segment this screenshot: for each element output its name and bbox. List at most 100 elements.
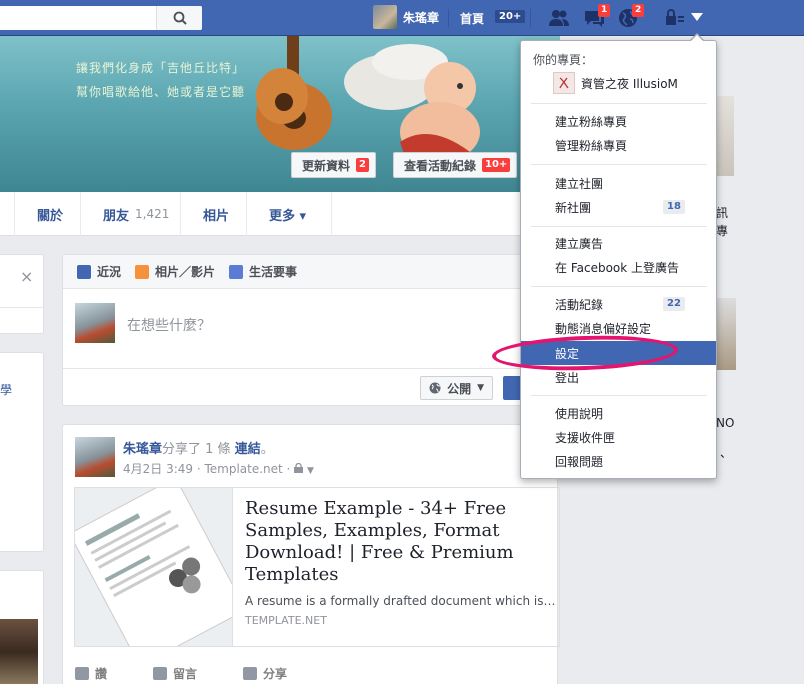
menu-manage-pages[interactable]: 管理粉絲專頁 bbox=[521, 133, 716, 157]
menu-create-page-label: 建立粉絲專頁 bbox=[555, 114, 628, 129]
post-period: 。 bbox=[260, 442, 274, 457]
menu-report-problem[interactable]: 回報問題 bbox=[521, 449, 716, 473]
privacy-button[interactable]: 公開 ▼ bbox=[420, 376, 493, 400]
avatar[interactable] bbox=[75, 437, 115, 477]
right-fragment-2: 專 bbox=[716, 224, 729, 238]
left-card: 學 bbox=[0, 352, 44, 552]
notifications-badge: 2 bbox=[632, 4, 645, 17]
new-groups-count: 18 bbox=[663, 200, 685, 214]
globe-icon bbox=[429, 382, 441, 394]
divider bbox=[531, 226, 707, 227]
menu-advertise[interactable]: 在 Facebook 上登廣告 bbox=[521, 255, 716, 279]
tab-friends-label: 朋友 bbox=[103, 208, 130, 224]
composer-tab-status[interactable]: 近況 bbox=[77, 263, 121, 280]
messages-badge: 1 bbox=[598, 4, 611, 17]
composer-tab-status-label: 近況 bbox=[97, 265, 122, 279]
post-meta: 4月2日 3:49 · Template.net · ▼ bbox=[123, 460, 314, 477]
cover-photo: 讓我們化身成「吉他丘比特」 幫你唱歌給他、她或者是它聽 更新資料 2 查看活動紀… bbox=[0, 36, 560, 192]
activity-log-label: 查看活動紀錄 bbox=[404, 158, 477, 173]
share-icon bbox=[243, 667, 258, 680]
share-button[interactable]: 分享 bbox=[243, 665, 287, 682]
top-bar: 朱瑤章 首頁 20+ 1 2 bbox=[0, 0, 804, 36]
page-name: 資管之夜 IllusioM bbox=[581, 76, 678, 91]
composer-tab-life-event[interactable]: 生活要事 bbox=[229, 263, 297, 280]
menu-new-groups[interactable]: 新社團 18 bbox=[521, 195, 716, 219]
tab-friends[interactable]: 朋友 1,421 bbox=[80, 192, 180, 236]
composer-tab-photo-label: 相片／影片 bbox=[155, 265, 216, 279]
menu-support-inbox-label: 支援收件匣 bbox=[555, 430, 616, 445]
right-fragment-4: 、 bbox=[720, 446, 733, 460]
avatar bbox=[75, 303, 115, 343]
pencil-icon bbox=[77, 264, 91, 279]
feed-post: 朱瑤章分享了 1 條 連結。 4月2日 3:49 · Template.net … bbox=[62, 424, 560, 684]
menu-activity-log-label: 活動紀錄 bbox=[555, 297, 604, 312]
flag-icon bbox=[229, 264, 244, 279]
resume-thumbnail-image bbox=[75, 488, 232, 646]
menu-create-group[interactable]: 建立社團 bbox=[521, 171, 716, 195]
search-input[interactable] bbox=[0, 6, 202, 30]
composer: 近況 相片／影片 生活要事 在想些什麼？ 公開 ▼ bbox=[62, 254, 558, 406]
composer-tab-photo[interactable]: 相片／影片 bbox=[135, 263, 215, 280]
home-link[interactable]: 首頁 bbox=[460, 10, 484, 27]
post-link-word[interactable]: 連結 bbox=[235, 442, 261, 457]
menu-advertise-label: 在 Facebook 上登廣告 bbox=[555, 260, 680, 275]
post-timestamp[interactable]: 4月2日 3:49 · Template.net · bbox=[123, 462, 294, 476]
profile-link[interactable]: 朱瑤章 bbox=[373, 5, 439, 29]
post-author-link[interactable]: 朱瑤章 bbox=[123, 442, 162, 457]
tab-more[interactable]: 更多 ▾ bbox=[246, 192, 332, 236]
tab-about-label: 關於 bbox=[37, 208, 64, 224]
post-actions: 讚 留言 分享 bbox=[75, 665, 333, 682]
link-preview[interactable]: Resume Example - 34+ Free Samples, Examp… bbox=[74, 487, 560, 647]
divider bbox=[0, 307, 44, 308]
menu-support-inbox[interactable]: 支援收件匣 bbox=[521, 425, 716, 449]
menu-activity-log[interactable]: 活動紀錄 22 bbox=[521, 292, 716, 316]
tab-more-label: 更多 ▾ bbox=[269, 208, 307, 224]
composer-tabs: 近況 相片／影片 生活要事 bbox=[63, 255, 557, 289]
photo-thumbnail[interactable] bbox=[0, 619, 38, 684]
menu-news-feed-label: 動態消息偏好設定 bbox=[555, 321, 652, 336]
tab-photos[interactable]: 相片 bbox=[180, 192, 246, 236]
profile-tabs: 關於 朋友 1,421 相片 更多 ▾ bbox=[0, 192, 560, 236]
post-header: 朱瑤章分享了 1 條 連結。 bbox=[123, 438, 274, 457]
tab-photos-label: 相片 bbox=[203, 208, 230, 224]
lock-icon bbox=[294, 462, 304, 473]
guitar-illustration bbox=[256, 36, 332, 150]
update-info-label: 更新資料 bbox=[302, 158, 351, 173]
menu-create-page[interactable]: 建立粉絲專頁 bbox=[521, 109, 716, 133]
cover-caption-line2: 幫你唱歌給他、她或者是它聽 bbox=[76, 85, 246, 99]
close-icon[interactable]: × bbox=[20, 267, 33, 286]
link-title[interactable]: Resume Example - 34+ Free Samples, Examp… bbox=[245, 498, 545, 586]
home-badge: 20+ bbox=[495, 10, 526, 23]
friends-icon[interactable] bbox=[548, 7, 570, 29]
divider bbox=[531, 395, 707, 396]
search-icon bbox=[173, 11, 187, 25]
chevron-down-icon[interactable]: ▼ bbox=[307, 466, 314, 476]
lock-icon[interactable] bbox=[664, 7, 686, 29]
dropdown-caret-inner bbox=[690, 35, 704, 42]
activity-log-button[interactable]: 查看活動紀錄 10+ bbox=[393, 152, 518, 178]
share-label: 分享 bbox=[263, 667, 288, 681]
thumbs-up-icon bbox=[75, 667, 89, 680]
chevron-down-icon[interactable] bbox=[691, 13, 703, 21]
menu-new-groups-label: 新社團 bbox=[555, 200, 592, 215]
photo-icon bbox=[135, 264, 150, 279]
comment-button[interactable]: 留言 bbox=[153, 665, 197, 682]
update-info-button[interactable]: 更新資料 2 bbox=[291, 152, 376, 178]
privacy-label: 公開 bbox=[447, 381, 472, 396]
search-button[interactable] bbox=[156, 6, 202, 30]
tab-about[interactable]: 關於 bbox=[14, 192, 84, 236]
comment-label: 留言 bbox=[173, 667, 198, 681]
page-link-illusiom[interactable]: 資管之夜 IllusioM bbox=[521, 71, 716, 95]
left-card bbox=[0, 570, 44, 684]
right-fragment-1: 訊 bbox=[716, 206, 729, 220]
divider bbox=[531, 164, 707, 165]
menu-help[interactable]: 使用說明 bbox=[521, 401, 716, 425]
avatar bbox=[373, 5, 397, 29]
sponsored-image[interactable] bbox=[716, 298, 736, 370]
like-button[interactable]: 讚 bbox=[75, 665, 107, 682]
friends-count: 1,421 bbox=[135, 207, 170, 221]
left-snippet[interactable]: 學 bbox=[0, 381, 12, 398]
divider bbox=[531, 103, 707, 104]
menu-create-ad[interactable]: 建立廣告 bbox=[521, 231, 716, 255]
composer-input-area[interactable]: 在想些什麼？ bbox=[63, 289, 557, 369]
